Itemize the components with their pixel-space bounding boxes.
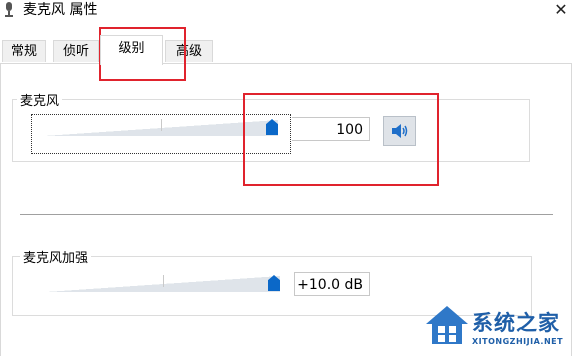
tab-listen[interactable]: 侦听 [53,40,99,62]
microphone-label: 麦克风 [17,90,63,109]
close-button[interactable]: ✕ [548,0,574,20]
slider-tick [161,119,162,131]
microphone-icon [5,2,13,17]
boost-slider[interactable] [46,273,286,295]
boost-level-value[interactable]: +10.0 dB [294,272,370,296]
annotation-box-level [243,93,439,186]
watermark-subtext: XITONGZHIJIA.NET [472,337,564,346]
watermark: 系统之家 XITONGZHIJIA.NET [420,300,570,352]
window-title: 麦克风 属性 [23,2,98,18]
tab-general[interactable]: 常规 [2,40,46,62]
house-logo-icon [426,306,468,344]
separator [20,214,553,215]
watermark-text: 系统之家 [472,311,560,335]
tab-levels[interactable]: 级别 [100,35,163,65]
slider-tick [163,275,164,287]
boost-label: 麦克风加强 [20,247,92,266]
title-bar: 麦克风 属性 ✕ [0,0,574,22]
tab-strip: 常规 侦听 级别 高级 [0,35,574,65]
